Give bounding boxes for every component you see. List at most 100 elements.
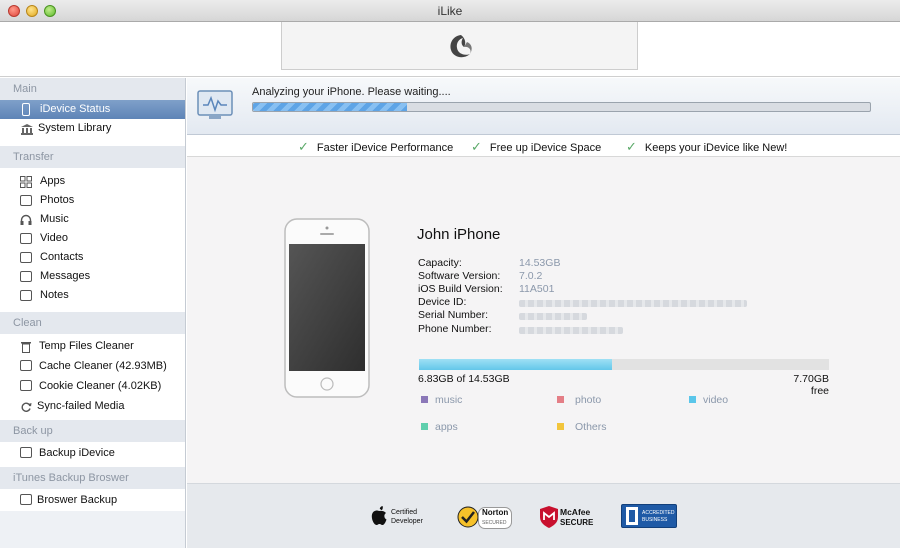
sidebar-item-label: Music [40, 213, 69, 225]
build-value: 11A501 [519, 283, 555, 295]
capacity-value: 14.53GB [519, 257, 561, 269]
sidebar-section-transfer: Transfer [0, 146, 185, 168]
bbb-torch-icon [626, 507, 638, 525]
sidebar-item-temp-files-cleaner[interactable]: Temp Files Cleaner [0, 336, 185, 356]
browser-icon [20, 494, 32, 505]
sidebar-item-label: Broswer Backup [37, 494, 118, 506]
feature-item: ✓ Faster iDevice Performance [298, 139, 453, 155]
mcafee-secure-badge: McAfee SECURE [540, 504, 600, 530]
app-logo-box [281, 22, 638, 70]
storage-used-text: 6.83GB of 14.53GB [418, 373, 510, 385]
apple-certified-badge: Certified Developer [369, 504, 441, 530]
feature-label: Faster iDevice Performance [316, 142, 454, 154]
sidebar-item-label: Photos [40, 194, 75, 206]
monitor-icon [197, 90, 233, 119]
apps-icon [20, 176, 32, 188]
sync-icon [20, 400, 32, 412]
sidebar-item-video[interactable]: Video [0, 229, 185, 248]
storage-used-fill [419, 359, 612, 370]
contacts-icon [20, 252, 32, 263]
norton-badge-line1: Norton [482, 508, 509, 517]
legend-label: photo [575, 394, 602, 406]
build-label: iOS Build Version: [418, 283, 503, 295]
sidebar-item-label: Apps [40, 175, 66, 187]
storage-bar [419, 359, 829, 370]
device-id-redacted [519, 298, 747, 310]
capacity-label: Capacity: [418, 257, 462, 269]
feature-item: ✓ Free up iDevice Space [471, 139, 601, 155]
app-header [0, 22, 900, 77]
apple-badge-line2: Developer [391, 518, 423, 525]
feature-label: Free up iDevice Space [489, 142, 602, 154]
trash-icon [20, 340, 32, 353]
photos-icon [20, 195, 32, 206]
phone-icon [22, 103, 30, 116]
analysis-panel: Analyzing your iPhone. Please waiting...… [187, 78, 900, 135]
sidebar-item-label: System Library [38, 122, 112, 134]
cookie-icon [20, 380, 32, 391]
sidebar-item-label: Sync-failed Media [37, 400, 125, 412]
sidebar-item-broswer-backup[interactable]: Broswer Backup [0, 489, 185, 511]
sidebar-item-sync-failed-media[interactable]: Sync-failed Media [0, 396, 185, 416]
build-row: iOS Build Version: 11A501 [418, 283, 554, 295]
sidebar-item-system-library[interactable]: System Library [0, 119, 185, 138]
apple-logo-icon [371, 506, 387, 525]
device-id-row: Device ID: [418, 296, 747, 308]
sidebar-item-photos[interactable]: Photos [0, 191, 185, 210]
analysis-progress-fill [253, 103, 408, 111]
legend-label: Others [575, 421, 607, 433]
mcafee-badge-line2: SECURE [560, 518, 594, 527]
headphones-icon [20, 214, 32, 225]
norton-check-icon [457, 506, 479, 528]
sidebar-section-main: Main [0, 78, 185, 100]
sidebar-item-label: Contacts [40, 251, 84, 263]
serial-row: Serial Number: [418, 309, 587, 321]
legend-label: video [703, 394, 729, 406]
sidebar-item-label: Video [40, 232, 68, 244]
sidebar-item-apps[interactable]: Apps [0, 172, 185, 191]
sidebar-item-cache-cleaner[interactable]: Cache Cleaner (42.93MB) [0, 356, 185, 376]
checkmark-icon: ✓ [626, 139, 637, 154]
device-id-label: Device ID: [418, 296, 467, 308]
serial-label: Serial Number: [418, 309, 489, 321]
sidebar-item-messages[interactable]: Messages [0, 267, 185, 286]
legend-swatch [421, 396, 428, 403]
bbb-accredited-badge: ACCREDITED BUSINESS [621, 504, 677, 528]
legend-label: apps [435, 421, 458, 433]
trust-badges-footer: Certified Developer Norton SECURED McAfee S… [187, 483, 900, 548]
sidebar-section-backup: Back up [0, 420, 185, 442]
sidebar-item-music[interactable]: Music [0, 210, 185, 229]
sidebar-item-label: Temp Files Cleaner [39, 340, 134, 352]
sidebar-item-contacts[interactable]: Contacts [0, 248, 185, 267]
software-value: 7.0.2 [519, 270, 543, 282]
sidebar-item-backup-idevice[interactable]: Backup iDevice [0, 442, 185, 464]
checkmark-icon: ✓ [298, 139, 309, 154]
device-name: John iPhone [417, 226, 501, 243]
sidebar-item-label: iDevice Status [40, 103, 111, 115]
sidebar-section-itunes-backup: iTunes Backup Broswer [0, 467, 185, 489]
sidebar-item-idevice-status[interactable]: iDevice Status [0, 100, 185, 119]
norton-secured-badge: Norton SECURED [456, 504, 514, 530]
sidebar-item-label: Messages [40, 270, 91, 282]
feature-item: ✓ Keeps your iDevice like New! [626, 139, 787, 155]
main-panel: Analyzing your iPhone. Please waiting...… [187, 78, 900, 548]
software-row: Software Version: 7.0.2 [418, 270, 542, 282]
bbb-badge-line1: ACCREDITED [642, 510, 675, 516]
sidebar-item-label: Backup iDevice [39, 447, 115, 459]
norton-badge-line2: SECURED [482, 520, 507, 526]
legend-label: music [435, 394, 463, 406]
phone-number-row: Phone Number: [418, 323, 623, 335]
phone-number-redacted [519, 325, 623, 337]
window-title: iLike [437, 4, 463, 18]
sidebar-item-label: Cache Cleaner (42.93MB) [39, 360, 167, 372]
legend-swatch [557, 396, 564, 403]
mcafee-badge-line1: McAfee [560, 507, 591, 517]
apple-badge-line1: Certified [391, 509, 418, 516]
sidebar-item-notes[interactable]: Notes [0, 286, 185, 305]
legend-swatch [689, 396, 696, 403]
sidebar-item-cookie-cleaner[interactable]: Cookie Cleaner (4.02KB) [0, 376, 185, 396]
serial-redacted [519, 311, 587, 323]
messages-icon [20, 271, 32, 282]
capacity-row: Capacity: 14.53GB [418, 257, 560, 269]
sidebar-item-label: Cookie Cleaner (4.02KB) [39, 380, 162, 392]
